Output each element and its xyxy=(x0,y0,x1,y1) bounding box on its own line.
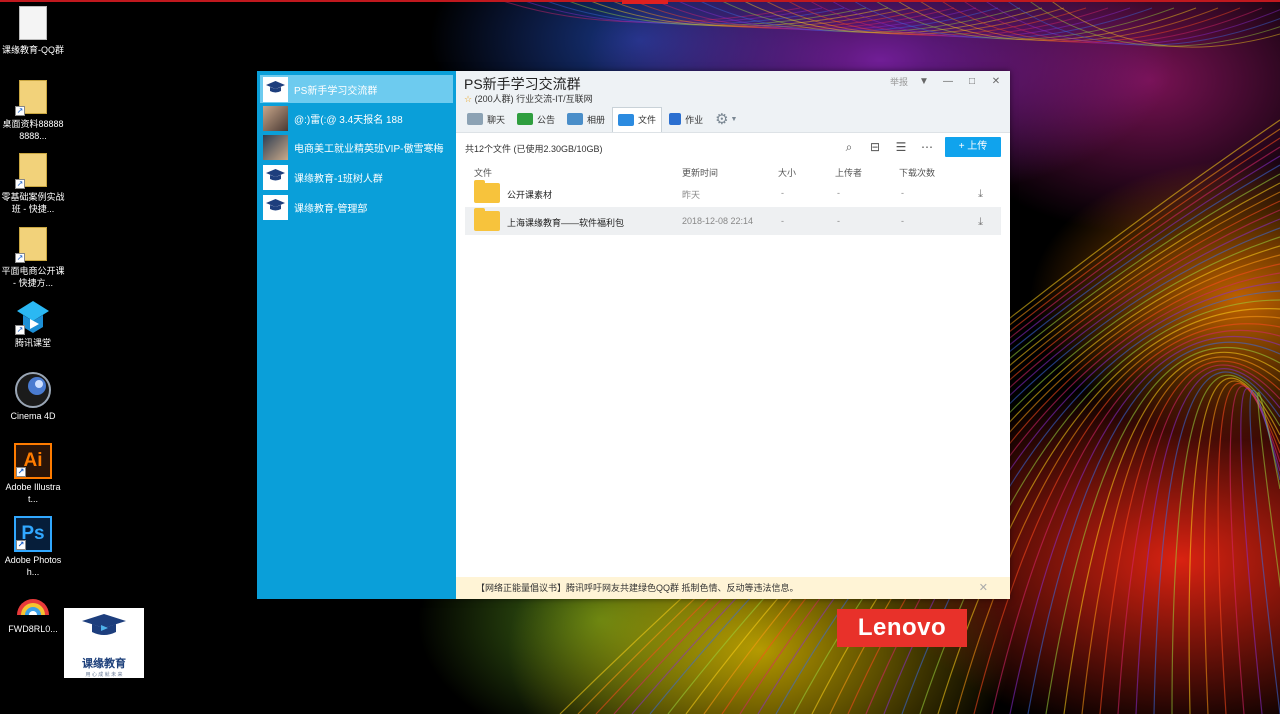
desktop-icon-desktop-materials[interactable]: ↗ 桌面资料888888888... xyxy=(1,80,65,142)
notice-text: 【网络正能量倡议书】腾讯呼吁网友共建绿色QQ群 抵制色情、反动等违法信息。 xyxy=(476,583,799,593)
folder-icon xyxy=(474,180,500,203)
chat-bubble-icon xyxy=(467,113,483,125)
tencent-classroom-icon: ↗ xyxy=(15,299,51,335)
photoshop-icon: Ps ↗ xyxy=(14,516,52,552)
desktop-icon-tencent-classroom[interactable]: ↗ 腾讯课堂 xyxy=(1,299,65,349)
file-toolbar: 共12个文件 (已使用2.30GB/10GB) ⌕ ⊟ ☰ ⋯ xyxy=(456,133,1010,161)
sidebar-item-label: PS新手学习交流群 xyxy=(294,85,378,97)
course-logo-tile: 课缘教育 用 心 成 就 未 来 xyxy=(64,608,144,678)
file-count-summary: 共12个文件 (已使用2.30GB/10GB) xyxy=(465,144,603,154)
chevron-down-icon: ▼ xyxy=(730,115,738,123)
fan-image-icon xyxy=(15,597,51,621)
file-uploader: - xyxy=(837,188,840,198)
close-icon[interactable]: ✕ xyxy=(979,577,988,599)
illustrator-icon: Ai ↗ xyxy=(14,443,52,479)
file-name[interactable]: 公开课素材 xyxy=(507,188,552,201)
more-options-icon[interactable]: ⋯ xyxy=(920,140,934,154)
group-avatar xyxy=(263,194,288,220)
column-header-file[interactable]: 文件 xyxy=(474,166,492,179)
sidebar-item-class1-group[interactable]: 课缘教育-1班树人群 xyxy=(260,163,453,191)
contact-avatar xyxy=(263,134,288,160)
group-subtitle: ☆ (200人群) 行业交流-IT/互联网 xyxy=(464,94,593,104)
sidebar-item-management[interactable]: 课缘教育-管理部 xyxy=(260,193,453,221)
tab-announcement[interactable]: 公告 xyxy=(512,107,560,131)
inbox-icon[interactable]: ⊟ xyxy=(868,140,882,154)
graduation-cap-icon xyxy=(82,614,126,635)
desktop-icon-qq-group-doc[interactable]: 课缘教育-QQ群 xyxy=(1,6,65,56)
desktop-icon-case-study-course[interactable]: ↗ 零基础案例实战班 - 快捷... xyxy=(1,153,65,215)
contact-avatar xyxy=(263,105,288,131)
minimize-button[interactable]: — xyxy=(940,76,956,87)
group-avatar xyxy=(263,164,288,190)
dropdown-arrow-icon[interactable]: ▼ xyxy=(916,76,932,87)
tab-album[interactable]: 相册 xyxy=(562,107,610,131)
download-icon[interactable]: ⤓ xyxy=(978,188,983,201)
table-header: 文件 更新时间 大小 上传者 下载次数 xyxy=(465,163,1001,179)
folder-shortcut-icon: ↗ xyxy=(15,227,51,263)
maximize-button[interactable]: □ xyxy=(964,76,980,87)
group-list-sidebar: PS新手学习交流群 @:)雷(:@ 3.4天报名 188 电商美工就业精英班VI… xyxy=(257,71,456,599)
sidebar-item-label: @:)雷(:@ 3.4天报名 188 xyxy=(294,114,403,126)
group-main-panel: PS新手学习交流群 ☆ (200人群) 行业交流-IT/互联网 举报 ▼ — □… xyxy=(456,71,1010,599)
table-row[interactable]: 上海课缘教育——软件福利包 2018-12-08 22:14 - - - ⤓ xyxy=(465,207,1001,235)
sidebar-item-label: 课缘教育-1班树人群 xyxy=(294,173,383,185)
star-icon: ☆ xyxy=(464,94,473,104)
page-title: PS新手学习交流群 xyxy=(464,76,581,92)
tab-chat[interactable]: 聊天 xyxy=(462,107,510,131)
notice-bar: 【网络正能量倡议书】腾讯呼吁网友共建绿色QQ群 抵制色情、反动等违法信息。 ✕ xyxy=(456,577,1010,599)
column-header-downloads[interactable]: 下载次数 xyxy=(899,166,935,179)
list-view-icon[interactable]: ☰ xyxy=(894,140,908,154)
column-header-uploader[interactable]: 上传者 xyxy=(835,166,862,179)
column-header-size[interactable]: 大小 xyxy=(778,166,796,179)
file-uploader: - xyxy=(837,216,840,226)
file-table: 文件 更新时间 大小 上传者 下载次数 公开课素材 昨天 - - - ⤓ 上海课… xyxy=(465,163,1001,235)
homework-icon xyxy=(669,113,682,125)
photo-icon xyxy=(567,113,584,125)
folder-shortcut-icon: ↗ xyxy=(15,80,51,116)
download-icon[interactable]: ⤓ xyxy=(978,216,983,229)
desktop-icon-photoshop[interactable]: Ps ↗ Adobe Photosh... xyxy=(1,516,65,578)
document-icon xyxy=(15,6,51,42)
sidebar-item-label: 电商美工就业精英班VIP-傲雪寒梅 xyxy=(294,143,444,155)
qq-group-window: PS新手学习交流群 @:)雷(:@ 3.4天报名 188 电商美工就业精英班VI… xyxy=(257,71,1010,599)
group-tab-bar: 聊天 公告 相册 文件 作业 ⚙ ▼ xyxy=(462,106,744,132)
file-name[interactable]: 上海课缘教育——软件福利包 xyxy=(507,216,624,229)
table-row[interactable]: 公开课素材 昨天 - - - ⤓ xyxy=(465,179,1001,207)
group-header: PS新手学习交流群 ☆ (200人群) 行业交流-IT/互联网 举报 ▼ — □… xyxy=(456,71,1010,133)
upload-button[interactable]: + 上传 xyxy=(945,137,1001,157)
flag-icon xyxy=(517,113,534,125)
window-controls: 举报 ▼ — □ ✕ xyxy=(890,75,1004,88)
file-updated: 2018-12-08 22:14 xyxy=(682,216,754,226)
lenovo-logo: Lenovo xyxy=(837,609,967,647)
group-avatar xyxy=(263,76,288,102)
screen-capture-marker xyxy=(622,0,668,4)
folder-icon xyxy=(618,113,635,126)
file-size: - xyxy=(781,188,784,198)
file-updated: 昨天 xyxy=(682,190,701,200)
settings-menu[interactable]: ⚙ ▼ xyxy=(710,107,742,131)
desktop-icon-illustrator[interactable]: Ai ↗ Adobe Illustrat... xyxy=(1,443,65,505)
gear-icon: ⚙ xyxy=(715,111,729,128)
file-downloads: - xyxy=(901,188,904,198)
file-size: - xyxy=(781,216,784,226)
course-logo-subtitle: 用 心 成 就 未 来 xyxy=(85,672,123,678)
sidebar-item-label: 课缘教育-管理部 xyxy=(294,203,368,215)
tab-homework[interactable]: 作业 xyxy=(664,107,708,131)
desktop-icon-fwd-image[interactable]: FWD8RL0... xyxy=(1,597,65,635)
search-icon[interactable]: ⌕ xyxy=(842,140,856,154)
close-button[interactable]: ✕ xyxy=(988,76,1004,87)
sidebar-item-lei-group[interactable]: @:)雷(:@ 3.4天报名 188 xyxy=(260,104,453,132)
sidebar-item-ecommerce-vip[interactable]: 电商美工就业精英班VIP-傲雪寒梅 xyxy=(260,133,453,161)
desktop-icon-cinema4d[interactable]: Cinema 4D xyxy=(1,372,65,422)
sidebar-item-ps-group[interactable]: PS新手学习交流群 xyxy=(260,75,453,103)
cinema4d-icon xyxy=(15,372,51,408)
column-header-updated[interactable]: 更新时间 xyxy=(682,166,718,179)
course-logo-title: 课缘教育 xyxy=(82,658,126,670)
desktop-icon-ecommerce-course[interactable]: ↗ 平面电商公开课 - 快捷方... xyxy=(1,227,65,289)
folder-icon xyxy=(474,208,500,231)
report-link[interactable]: 举报 xyxy=(890,75,908,88)
file-downloads: - xyxy=(901,216,904,226)
folder-shortcut-icon: ↗ xyxy=(15,153,51,189)
tab-files[interactable]: 文件 xyxy=(612,106,663,132)
